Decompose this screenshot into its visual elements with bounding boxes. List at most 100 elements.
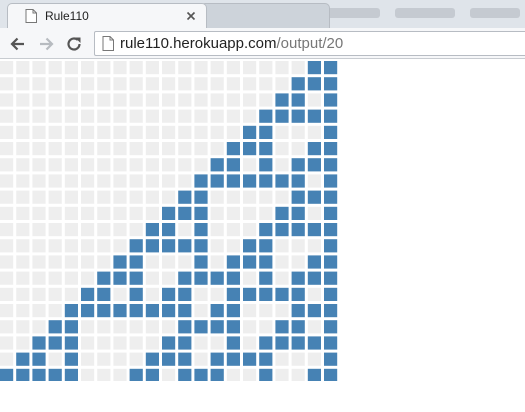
cell-off — [81, 158, 95, 172]
cell-off — [307, 174, 321, 188]
cell-on — [32, 368, 46, 381]
cell-off — [97, 142, 111, 156]
cell-off — [145, 125, 159, 139]
cell-off — [32, 190, 46, 204]
cell-on — [291, 77, 305, 91]
cell-off — [32, 255, 46, 269]
cell-on — [307, 109, 321, 123]
tab-strip: Rule110 — [0, 0, 525, 28]
cell-on — [275, 287, 289, 301]
cell-off — [275, 125, 289, 139]
cell-off — [97, 255, 111, 269]
cell-off — [48, 352, 62, 366]
cell-off — [81, 109, 95, 123]
cell-off — [81, 352, 95, 366]
cell-off — [226, 239, 240, 253]
cell-on — [129, 271, 143, 285]
cell-off — [97, 336, 111, 350]
cell-off — [275, 239, 289, 253]
cell-off — [81, 93, 95, 107]
cell-off — [48, 239, 62, 253]
cell-on — [32, 336, 46, 350]
cell-off — [48, 271, 62, 285]
cell-off — [64, 125, 78, 139]
cell-off — [243, 158, 257, 172]
cell-off — [81, 142, 95, 156]
cell-off — [48, 255, 62, 269]
cell-on — [194, 320, 208, 334]
cell-off — [243, 61, 257, 75]
cell-on — [324, 287, 338, 301]
cell-off — [307, 206, 321, 220]
close-icon[interactable] — [186, 11, 196, 21]
cell-off — [0, 304, 14, 318]
cell-on — [145, 368, 159, 381]
reload-button[interactable] — [64, 34, 84, 54]
cell-on — [226, 304, 240, 318]
cell-on — [259, 368, 273, 381]
cell-off — [113, 223, 127, 237]
cell-off — [97, 352, 111, 366]
cell-off — [291, 142, 305, 156]
cell-off — [113, 174, 127, 188]
address-bar[interactable]: rule110.herokuapp.com/output/20 — [94, 31, 525, 56]
cell-off — [129, 61, 143, 75]
cell-on — [259, 125, 273, 139]
cell-on — [178, 287, 192, 301]
cell-on — [194, 255, 208, 269]
reload-icon — [67, 37, 81, 51]
cell-off — [32, 304, 46, 318]
cell-off — [129, 190, 143, 204]
cell-off — [64, 174, 78, 188]
cell-off — [32, 142, 46, 156]
cell-on — [324, 158, 338, 172]
cell-off — [210, 109, 224, 123]
cell-on — [259, 142, 273, 156]
cell-off — [81, 174, 95, 188]
back-button[interactable] — [8, 34, 28, 54]
cell-on — [194, 271, 208, 285]
cell-off — [81, 271, 95, 285]
cell-on — [243, 255, 257, 269]
cell-on — [291, 304, 305, 318]
cell-off — [129, 109, 143, 123]
cell-on — [324, 352, 338, 366]
cell-off — [0, 109, 14, 123]
page-icon — [25, 9, 37, 23]
cell-on — [259, 158, 273, 172]
cell-off — [16, 142, 30, 156]
cell-off — [16, 174, 30, 188]
cell-off — [162, 77, 176, 91]
automaton-grid — [0, 61, 338, 381]
cell-off — [291, 61, 305, 75]
cell-off — [145, 190, 159, 204]
cell-off — [113, 287, 127, 301]
tab-background[interactable] — [200, 3, 330, 28]
cell-on — [32, 352, 46, 366]
cell-off — [210, 336, 224, 350]
cell-off — [194, 158, 208, 172]
cell-off — [97, 174, 111, 188]
cell-off — [16, 206, 30, 220]
cell-on — [226, 255, 240, 269]
cell-off — [194, 93, 208, 107]
cell-off — [243, 336, 257, 350]
cell-off — [129, 77, 143, 91]
tab-rule110[interactable]: Rule110 — [7, 3, 207, 28]
cell-on — [162, 223, 176, 237]
cell-on — [307, 61, 321, 75]
cell-on — [194, 223, 208, 237]
cell-off — [97, 206, 111, 220]
cell-off — [32, 223, 46, 237]
cell-off — [145, 61, 159, 75]
cell-on — [210, 368, 224, 381]
cell-off — [307, 352, 321, 366]
forward-button[interactable] — [36, 34, 56, 54]
cell-on — [129, 239, 143, 253]
cell-off — [194, 336, 208, 350]
cell-off — [129, 174, 143, 188]
cell-off — [129, 352, 143, 366]
cell-off — [0, 352, 14, 366]
cell-off — [291, 125, 305, 139]
cell-off — [178, 142, 192, 156]
